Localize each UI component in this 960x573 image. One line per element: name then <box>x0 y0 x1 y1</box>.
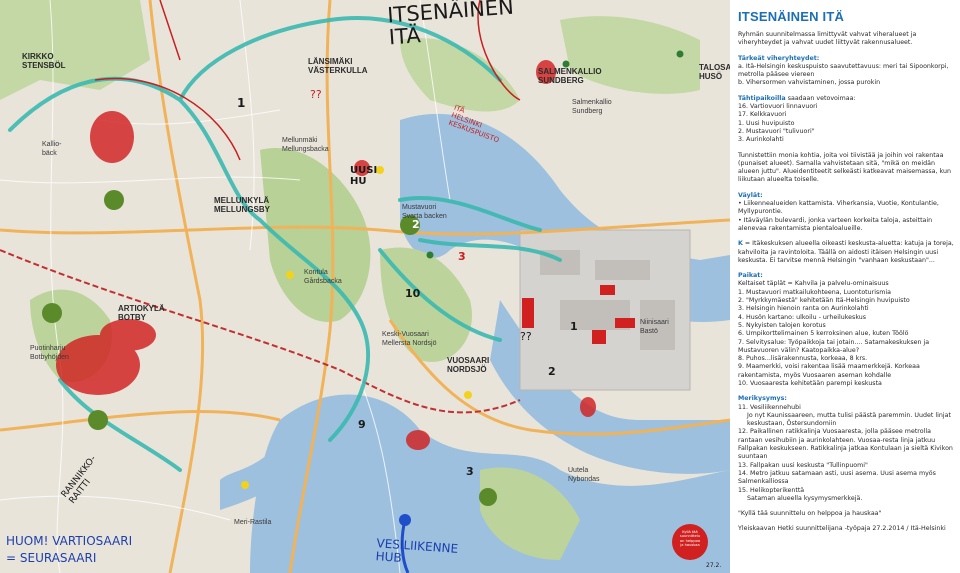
list-item: 8. Puhos...lisärakennusta, korkeaa, 8 kr… <box>738 355 868 363</box>
hand-number: 2 <box>412 218 420 231</box>
place-kallioba: Kallio- bäck <box>42 141 62 157</box>
panel-quote: "Kyllä tää suunnittelu on helppoa ja hau… <box>738 510 882 518</box>
section-tahtipaikat: Tähtipaikoilla saadaan vetovoimaa: 16. V… <box>738 95 954 145</box>
list-item: 10. Vuosaaresta kehitetään parempi kesku… <box>738 379 882 387</box>
list-item: 1. Uusi huvipuisto <box>738 119 795 127</box>
hand-number: 9 <box>358 418 366 431</box>
list-item: 6. Umpikorttelimainen 5 kerroksinen alue… <box>738 330 909 338</box>
list-item: 9. Maamerkki, voisi rakentaa lisää maame… <box>738 363 920 379</box>
place-niinisaari: Niinisaari Bastö <box>640 319 669 335</box>
place-mellunmaki: Mellunmäki Mellungsbacka <box>282 137 329 153</box>
place-mustavuori: Mustavuori Svarta backen <box>402 204 447 220</box>
place-vartiokyla: ARTIOKYLÄ BOTBY <box>118 304 165 322</box>
place-talosaari: TALOSAARI HUSÖ <box>699 63 730 81</box>
list-item: 17. Kelkkavuori <box>738 111 787 119</box>
place-uutela: Uutela Nybondas <box>568 467 600 483</box>
section-heading: Merikysymys: <box>738 395 787 403</box>
place-vuosaari: VUOSAARI NORDSJÖ <box>447 356 490 374</box>
hand-date: 27.2. <box>706 562 722 569</box>
list-item: 11. Vesiliikennehubi <box>738 403 801 411</box>
place-kirkko: Kirkko Stensböl <box>22 52 66 70</box>
map-area: Kirkko Stensböl LÄNSIMÄKI VÄSTERKULLA SA… <box>0 0 730 573</box>
panel-footer: Yleiskaavan Hetki suunnittelijana -työpa… <box>738 525 946 533</box>
list-item: 5. Nykyisten talojen korotus <box>738 321 826 329</box>
section-viheryhteydet: Tärkeät viheryhteydet: a. Itä-Helsingin … <box>738 55 954 88</box>
place-lansimaki: LÄNSIMÄKI VÄSTERKULLA <box>308 57 368 75</box>
list-item: 16. Vartiovuori linnavuori <box>738 103 818 111</box>
list-item: 1. Mustavuori matkailukohteena, Luontotu… <box>738 288 892 296</box>
place-kontula: Kontula Gårdsbacka <box>304 269 342 285</box>
list-item: • Itäväylän bulevardi, jonka varteen kor… <box>738 216 933 232</box>
hand-number: 10 <box>405 287 421 300</box>
place-mellunkyla: MELLUNKYLÄ MELLUNGSBY <box>214 196 270 214</box>
list-item: 2. "Myrkkymäestä" kehitetään Itä-Helsing… <box>738 297 910 305</box>
list-item: 15. Helikopterikenttä <box>738 486 805 494</box>
list-item: 7. Selvitysalue: Työpaikkoja tai jotain.… <box>738 338 930 354</box>
list-item: 13. Fallpakan uusi keskusta "Tullinpuomi… <box>738 461 868 469</box>
hand-number: 3 <box>466 465 474 478</box>
list-item: • Liikennealueiden kattamista. Viherkans… <box>738 200 939 216</box>
section-heading: Paikat: <box>738 272 763 280</box>
list-item: 14. Metro jatkuu satamaan asti, uusi ase… <box>738 469 936 486</box>
section-merikysymys: Merikysymys: 11. Vesiliikennehubi Jo nyt… <box>738 395 954 503</box>
list-item: a. Itä-Helsingin keskuspuisto saavutetta… <box>738 62 949 79</box>
sticker-text: Kyllä tää suunnittelu on helppoa ja haus… <box>679 530 701 548</box>
list-item: b. Vihersormen vahvistaminen, jossa puro… <box>738 79 881 87</box>
legend-panel: ITSENÄINEN ITÄ Ryhmän suunnitelmassa lim… <box>730 0 960 573</box>
section-heading: Väylät: <box>738 191 763 199</box>
k-text: = Itäkeskuksen alueella oikeasti keskust… <box>738 240 954 264</box>
hand-number: 3 <box>458 250 466 263</box>
hand-uusi-hu: UUSI HU <box>350 165 378 187</box>
list-item: 3. Aurinkolahti <box>738 136 784 144</box>
place-puotinharju: Puotinharju Botbyhöjden <box>30 345 69 361</box>
section-k: K = Itäkeskuksen alueella oikeasti kesku… <box>738 240 954 265</box>
list-item: 4. Husön kartano: ulkoilu - urheilukesku… <box>738 313 867 321</box>
place-salmenkallio: SALMENKALLIO SUNDBERG <box>538 67 602 85</box>
hand-huom: HUOM! VARTIOSAARI = SEURASAARI <box>6 534 133 565</box>
list-item: Sataman alueella kysymysmerkkejä. <box>747 494 863 502</box>
section-vaylat: Väylät: • Liikennealueiden kattamista. V… <box>738 192 954 233</box>
list-item: Jo nyt Kaunissaareen, mutta tulisi pääst… <box>747 411 951 428</box>
section-heading: Tärkeät viheryhteydet: <box>738 54 820 62</box>
hand-question-2: ?? <box>520 330 532 343</box>
list-item: 3. Helsingin hienoin ranta on Aurinkolah… <box>738 305 869 313</box>
section-heading-rest: saadaan vetovoimaa: <box>785 94 856 102</box>
panel-paragraph: Tunnistettiin monia kohtia, joita voi ti… <box>738 151 951 184</box>
panel-intro: Ryhmän suunnitelmassa limittyvät vahvat … <box>738 31 917 47</box>
section-subheading: Keltaiset täplät = Kahvila ja palvelu-om… <box>738 280 889 288</box>
section-paikat: Paikat: Keltaiset täplät = Kahvila ja pa… <box>738 272 954 388</box>
list-item: 2. Mustavuori "tulivuori" <box>738 127 815 135</box>
panel-title: ITSENÄINEN ITÄ <box>738 9 845 24</box>
hand-number: 1 <box>237 96 246 110</box>
section-heading: Tähtipaikoilla <box>738 94 786 102</box>
hand-question-1: ?? <box>310 88 322 101</box>
place-merirastila: Meri-Rastila <box>234 519 272 526</box>
place-salmenkallio-small: Salmenkallio Sundberg <box>572 99 612 115</box>
hand-number: 2 <box>548 365 556 378</box>
hand-number: 1 <box>570 320 578 333</box>
list-item: 12. Paikallinen ratikkalinja Vuosaaresta… <box>738 428 953 461</box>
map-canvas <box>0 0 730 573</box>
place-keski-vuosaari: Keski-Vuosaari Mellersta Nordsjö <box>382 331 437 347</box>
